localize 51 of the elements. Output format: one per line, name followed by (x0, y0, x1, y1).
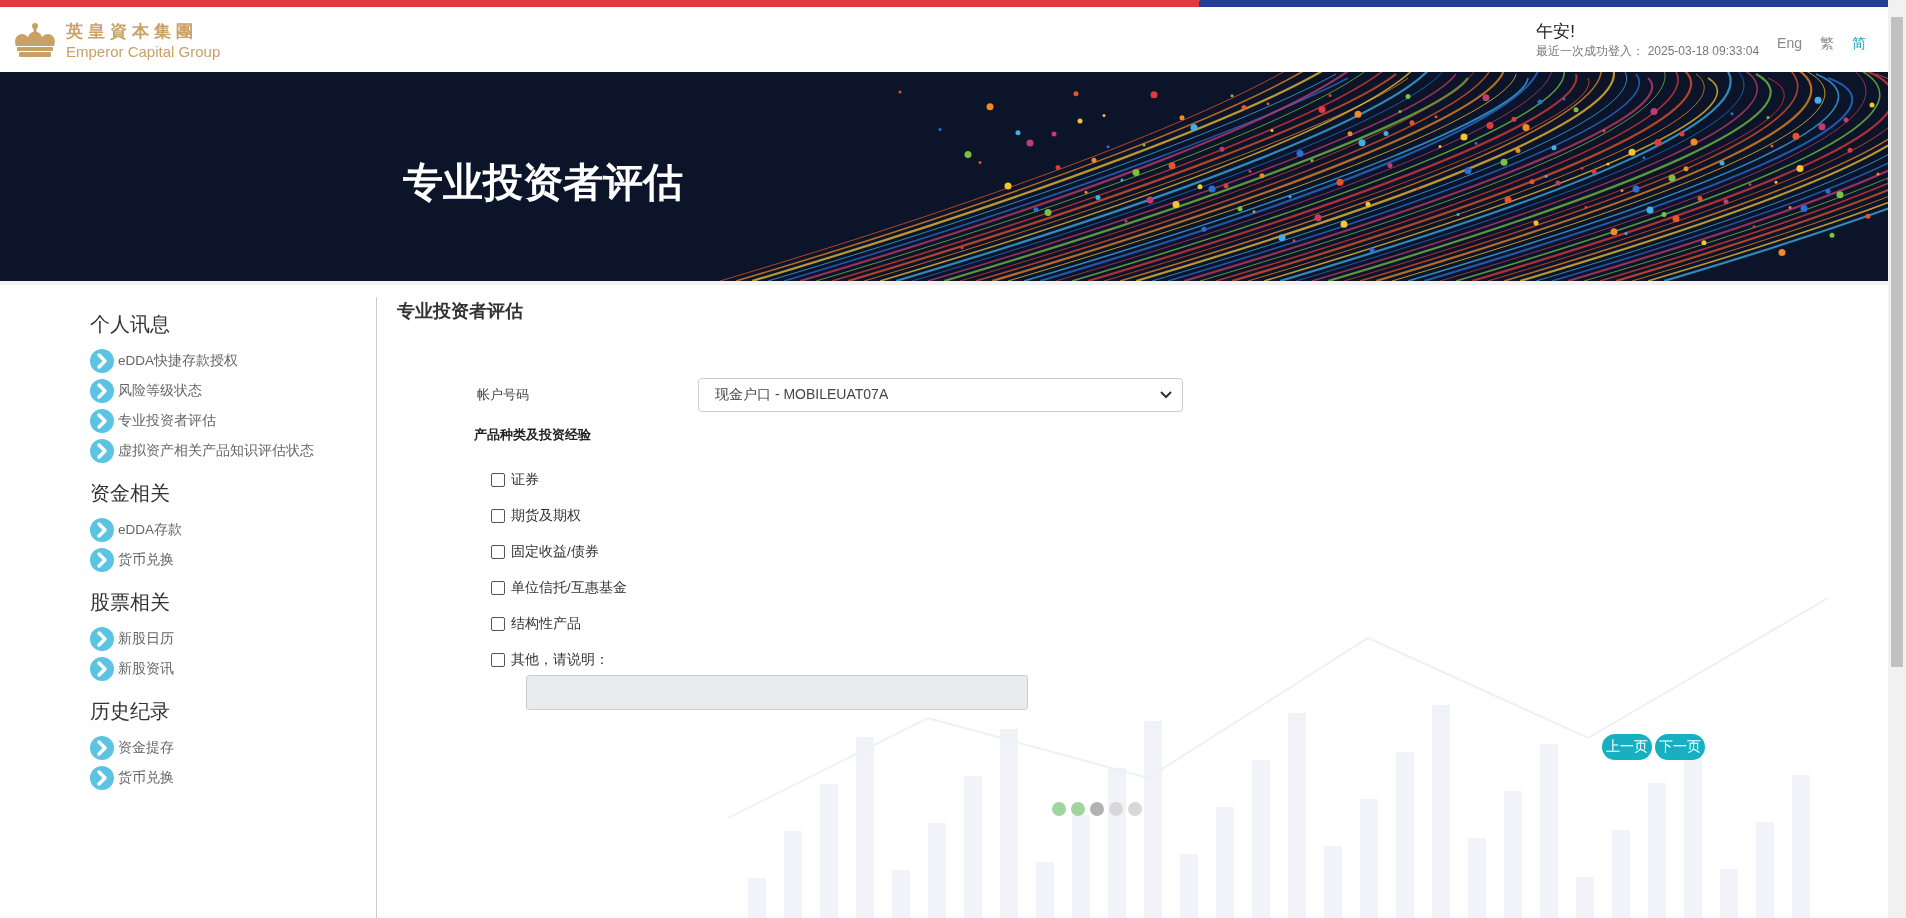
checkbox-label: 证券 (511, 471, 539, 489)
sidebar-link[interactable]: 货币兑换 (118, 769, 174, 787)
last-login-text: 最近一次成功登入： 2025-03-18 09:33:04 (1536, 42, 1760, 60)
chevron-right-icon (90, 627, 114, 651)
scrollbar[interactable] (1888, 0, 1906, 918)
logo-english-text: Emperor Capital Group (66, 42, 221, 60)
account-select[interactable]: 现金户口 - MOBILEUAT07A (698, 378, 1183, 412)
sidebar-link[interactable]: 货币兑换 (118, 551, 174, 569)
chevron-right-icon (90, 736, 114, 760)
sidebar-link[interactable]: eDDA存款 (118, 521, 182, 539)
sidebar-section-title: 股票相关 (90, 590, 171, 615)
sidebar-link[interactable]: eDDA快捷存款授权 (118, 352, 238, 370)
chevron-right-icon (90, 349, 114, 373)
chevron-right-icon (90, 657, 114, 681)
sidebar-link[interactable]: 新股日历 (118, 630, 174, 648)
chevron-right-icon (90, 379, 114, 403)
language-link[interactable]: 繁 (1820, 34, 1834, 53)
checkbox[interactable] (491, 617, 505, 631)
section-heading: 产品种类及投资经验 (474, 427, 591, 442)
chevron-right-icon (90, 548, 114, 572)
sidebar-section-title: 历史纪录 (90, 699, 171, 724)
sidebar-link[interactable]: 资金提存 (118, 739, 174, 757)
scrollbar-thumb[interactable] (1891, 17, 1903, 667)
checkbox-label: 期货及期权 (511, 507, 581, 525)
checkbox[interactable] (491, 545, 505, 559)
chevron-right-icon (90, 518, 114, 542)
sidebar-section-title: 个人讯息 (90, 312, 171, 337)
logo-chinese-text: 英皇資本集團 (66, 20, 199, 43)
chevron-down-icon (1160, 391, 1172, 399)
chevron-right-icon (90, 439, 114, 463)
greeting-text: 午安! (1536, 20, 1577, 43)
sidebar-section-title: 资金相关 (90, 481, 171, 506)
checkbox-label: 固定收益/债券 (511, 543, 599, 561)
checkbox-label: 单位信托/互惠基金 (511, 579, 627, 597)
sidebar-link[interactable]: 专业投资者评估 (118, 412, 216, 430)
crown-logo-icon (12, 21, 58, 58)
checkbox-label: 其他，请说明： (511, 651, 609, 669)
checkbox[interactable] (491, 653, 505, 667)
account-label: 帐户号码 (477, 386, 530, 404)
chevron-right-icon (90, 766, 114, 790)
checkbox[interactable] (491, 509, 505, 523)
sidebar-link[interactable]: 新股资讯 (118, 660, 174, 678)
banner-title: 专业投资者评估 (403, 159, 683, 206)
page-title: 专业投资者评估 (397, 300, 524, 323)
checkbox[interactable] (491, 473, 505, 487)
sidebar-link[interactable]: 风险等级状态 (118, 382, 202, 400)
checkbox[interactable] (491, 581, 505, 595)
sidebar-link[interactable]: 虚拟资产相关产品知识评估状态 (118, 442, 314, 460)
language-link[interactable]: Eng (1777, 34, 1802, 53)
chevron-right-icon (90, 409, 114, 433)
checkbox-label: 结构性产品 (511, 615, 581, 633)
